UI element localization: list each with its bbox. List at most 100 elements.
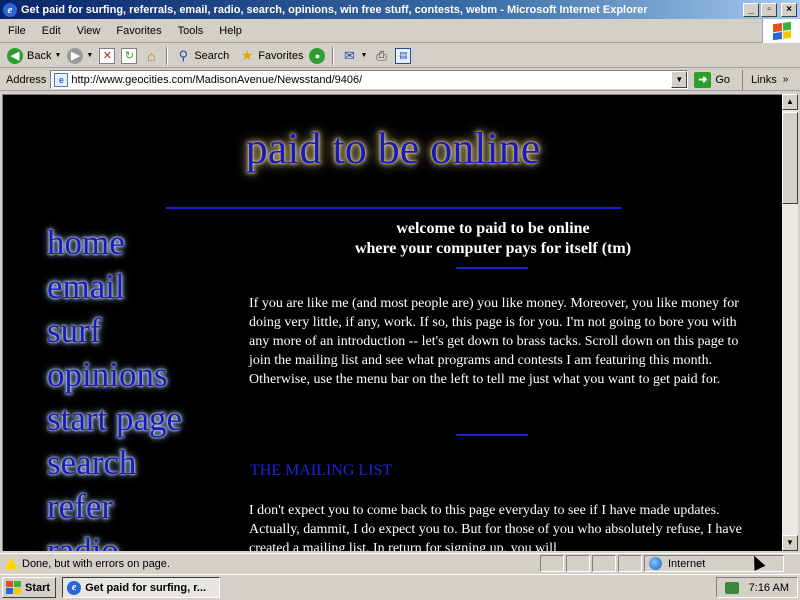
forward-arrow-icon: ▶ (67, 47, 84, 64)
menu-file[interactable]: File (0, 25, 34, 37)
windows-logo-icon (6, 581, 21, 594)
minimize-button[interactable]: _ (743, 2, 759, 17)
window-title: Get paid for surfing, referrals, email, … (21, 3, 648, 16)
back-arrow-icon: ◀ (7, 47, 23, 64)
go-button[interactable]: ➜ Go (694, 71, 731, 88)
menu-view[interactable]: View (69, 25, 109, 37)
address-label: Address (6, 73, 47, 86)
chevron-down-icon[interactable]: ▼ (86, 52, 93, 59)
search-icon: ⚲ (178, 47, 189, 63)
side-nav: home email surf opinions start page sear… (47, 221, 182, 551)
menu-tools[interactable]: Tools (170, 25, 212, 37)
mail-icon: ✉ (344, 47, 355, 63)
status-pane (566, 555, 590, 572)
network-icon[interactable] (724, 581, 739, 594)
scroll-down-icon[interactable]: ▼ (782, 535, 798, 551)
favorites-label: Favorites (258, 49, 304, 62)
refresh-icon: ↻ (121, 47, 138, 64)
nav-link-refer[interactable]: refer (47, 485, 182, 529)
toolbar-separator (332, 46, 335, 65)
printer-icon: ⎙ (376, 47, 387, 63)
address-dropdown-icon[interactable]: ▼ (671, 71, 688, 88)
page-viewport[interactable]: paid to be online home email surf opinio… (2, 94, 782, 551)
title-bar: e Get paid for surfing, referrals, email… (0, 0, 800, 19)
zone-label: Internet (668, 557, 706, 570)
status-pane (618, 555, 642, 572)
print-button[interactable]: ⎙ (370, 45, 392, 67)
nav-link-radio[interactable]: radio (47, 529, 182, 551)
chevron-right-icon: » (782, 74, 789, 85)
mailing-list-heading[interactable]: THE MAILING LIST (250, 462, 392, 480)
go-arrow-icon: ➜ (694, 71, 712, 88)
welcome-line-1: welcome to paid to be online (396, 220, 590, 237)
refresh-button[interactable]: ↻ (118, 45, 140, 67)
scroll-up-icon[interactable]: ▲ (782, 94, 798, 110)
address-input[interactable]: e http://www.geocities.com/MadisonAvenue… (50, 70, 689, 89)
title-divider (166, 207, 621, 209)
nav-link-home[interactable]: home (47, 221, 182, 265)
start-label: Start (25, 581, 51, 594)
toolbar: ◀ Back ▼ ▶ ▼ ✕ ↻ ⌂ ⚲ Search ★ Favorites … (0, 44, 800, 68)
links-label: Links (751, 73, 777, 86)
toolbar-separator (166, 46, 169, 65)
home-button[interactable]: ⌂ (140, 45, 162, 67)
edit-button[interactable]: ▤ (392, 45, 414, 67)
mailing-list-paragraph: I don't expect you to come back to this … (249, 503, 742, 551)
section-divider (456, 434, 528, 436)
welcome-heading: welcome to paid to be online where your … (243, 219, 743, 259)
scroll-thumb[interactable] (782, 112, 798, 204)
chevron-down-icon[interactable]: ▼ (54, 52, 61, 59)
status-pane (592, 555, 616, 572)
mail-button[interactable]: ✉ ▼ (338, 45, 370, 67)
page-icon: e (54, 72, 69, 87)
windows-logo-icon (762, 19, 800, 43)
vertical-scrollbar[interactable]: ▲ ▼ (782, 94, 798, 551)
nav-link-opinions[interactable]: opinions (47, 353, 182, 397)
star-icon: ★ (240, 47, 254, 63)
nav-link-email[interactable]: email (47, 265, 182, 309)
welcome-divider (456, 267, 528, 269)
nav-link-search[interactable]: search (47, 441, 182, 485)
chevron-down-icon[interactable]: ▼ (360, 52, 367, 59)
close-button[interactable]: × (781, 2, 797, 17)
globe-icon (649, 557, 662, 570)
clock[interactable]: 7:16 AM (749, 582, 789, 594)
taskbar-item-ie[interactable]: e Get paid for surfing, r... (62, 577, 221, 598)
menu-edit[interactable]: Edit (34, 25, 69, 37)
home-icon: ⌂ (147, 47, 156, 64)
edit-page-icon: ▤ (395, 47, 412, 64)
maximize-button[interactable]: ▫ (761, 2, 777, 17)
status-text: Done, but with errors on page. (22, 557, 170, 570)
site-title: paid to be online (245, 124, 541, 173)
ie-icon: e (67, 580, 82, 595)
nav-link-start-page[interactable]: start page (47, 397, 182, 441)
stop-icon: ✕ (99, 47, 116, 64)
warning-icon[interactable] (4, 557, 18, 570)
go-label: Go (715, 73, 731, 86)
back-label: Back (27, 49, 52, 62)
search-button[interactable]: ⚲ Search (172, 45, 232, 67)
forward-button[interactable]: ▶ ▼ (64, 45, 96, 67)
back-button[interactable]: ◀ Back ▼ (4, 45, 64, 67)
stop-button[interactable]: ✕ (96, 45, 118, 67)
links-button[interactable]: Links » (742, 69, 789, 90)
ie-icon: e (3, 2, 17, 17)
taskbar: Start e Get paid for surfing, r... 7:16 … (0, 574, 800, 600)
welcome-line-2: where your computer pays for itself (tm) (354, 240, 632, 257)
address-url[interactable]: http://www.geocities.com/MadisonAvenue/N… (71, 74, 671, 86)
intro-paragraph: If you are like me (and most people are)… (249, 296, 739, 387)
task-label: Get paid for surfing, r... (85, 581, 207, 594)
status-pane (540, 555, 564, 572)
menu-favorites[interactable]: Favorites (108, 25, 169, 37)
address-bar: Address e http://www.geocities.com/Madis… (0, 69, 800, 91)
menu-bar: File Edit View Favorites Tools Help (0, 19, 800, 43)
system-tray: 7:16 AM (716, 577, 798, 598)
start-button[interactable]: Start (2, 577, 57, 598)
status-bar: Done, but with errors on page. Internet (0, 553, 800, 573)
favorites-button[interactable]: ★ Favorites (236, 45, 306, 67)
search-label: Search (194, 49, 230, 62)
menu-help[interactable]: Help (211, 25, 250, 37)
nav-link-surf[interactable]: surf (47, 309, 182, 353)
media-button[interactable]: ● (306, 45, 328, 67)
media-icon: ● (309, 47, 326, 64)
